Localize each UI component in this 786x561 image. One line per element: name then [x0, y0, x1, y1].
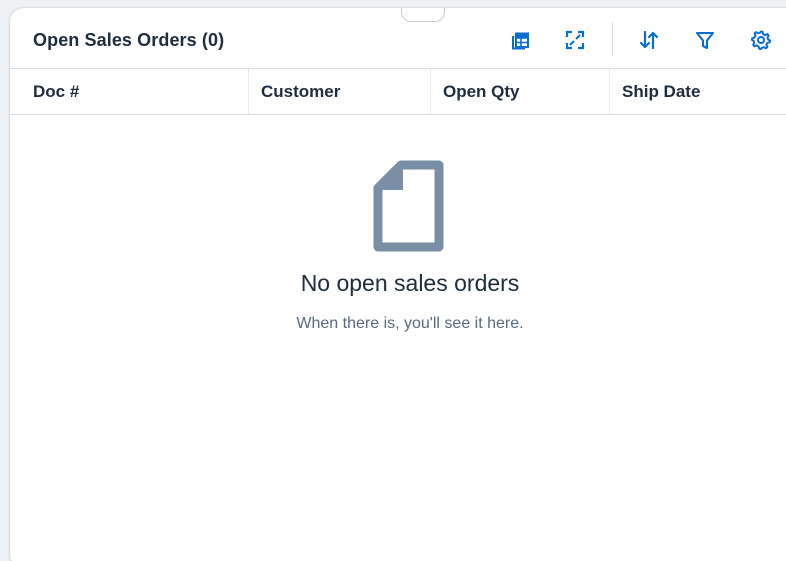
filter-button[interactable] [691, 26, 719, 54]
empty-state-subtitle: When there is, you'll see it here. [296, 315, 524, 332]
sales-orders-card: Open Sales Orders (0) Doc # Customer Ope… [10, 8, 786, 561]
table-header: Doc # Customer Open Qty Ship Date [10, 69, 786, 115]
resize-handle[interactable] [401, 8, 445, 22]
fullscreen-button[interactable] [561, 26, 589, 54]
document-icon [373, 160, 444, 252]
card-title: Open Sales Orders (0) [33, 30, 225, 50]
settings-button[interactable] [747, 26, 775, 54]
spreadsheet-export-icon [512, 32, 529, 50]
empty-state-title: No open sales orders [300, 270, 520, 296]
column-header-ship-date[interactable]: Ship Date [599, 69, 786, 115]
column-header-customer[interactable]: Customer [238, 69, 430, 115]
card-header: Open Sales Orders (0) [10, 8, 786, 69]
empty-state-illustration [373, 160, 447, 257]
sort-button[interactable] [635, 26, 663, 54]
filter-icon [695, 31, 715, 50]
toolbar-separator [612, 22, 613, 56]
column-header-doc-number[interactable]: Doc # [10, 69, 248, 115]
export-button[interactable] [506, 26, 534, 54]
column-header-open-qty[interactable]: Open Qty [420, 69, 610, 115]
sort-icon [639, 30, 659, 50]
fullscreen-icon [565, 30, 585, 50]
gear-icon [751, 30, 771, 50]
